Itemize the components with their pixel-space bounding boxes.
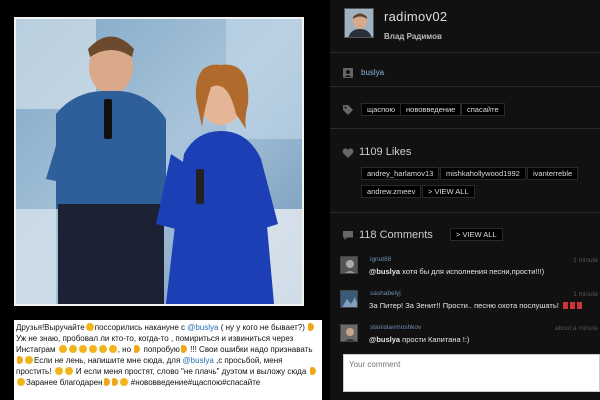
divider (330, 212, 600, 213)
comment-mention[interactable]: @buslya (369, 335, 400, 344)
caption-mention[interactable]: @buslya (187, 323, 218, 332)
post-meta-panel: radimov02 Влад Радимов buslya щаспою нов… (330, 0, 600, 400)
comments-count: 118 Comments (359, 229, 433, 241)
hand-emoji-icon (180, 345, 187, 354)
profile-avatar[interactable] (344, 8, 374, 38)
post-media-panel: Друзья!Выручайте поссорились накануне с @… (0, 0, 330, 400)
caption-mention[interactable]: @buslya (183, 356, 214, 365)
person-tag-icon (342, 67, 354, 79)
hand-emoji-icon (103, 378, 110, 387)
comments-view-all-button[interactable]: > VIEW ALL (450, 228, 503, 241)
caption-text: поссорились накануне с (94, 323, 188, 332)
hashtag-pill[interactable]: нововведение (400, 103, 462, 116)
comment-mention[interactable]: @buslya (369, 267, 400, 276)
comment-item: sashabelyj 1 minute За Питер! За Зенит!!… (340, 290, 598, 314)
divider (330, 128, 600, 129)
flag-emoji-icon (569, 302, 575, 309)
liker-pill[interactable]: mishkahollywood1992 (440, 167, 526, 180)
divider (330, 52, 600, 53)
commenter-avatar[interactable] (340, 290, 358, 308)
hand-emoji-icon (17, 356, 23, 365)
smile-emoji-icon (88, 345, 97, 354)
hand-emoji-icon (134, 345, 141, 354)
smile-emoji-icon (54, 367, 63, 376)
profile-header: radimov02 Влад Радимов (344, 8, 594, 50)
tag-icon (342, 104, 354, 116)
comment-text: @buslya хотя бы для исполнения песни,про… (369, 267, 544, 276)
comment-time: 1 minute (573, 257, 598, 264)
comment-time: about a minute (554, 325, 598, 332)
liker-pill[interactable]: ivanterreble (527, 167, 579, 180)
likes-view-all-button[interactable]: > VIEW ALL (422, 185, 475, 198)
flag-emoji-icon (576, 302, 582, 309)
liker-pill[interactable]: andrew.zmeev (361, 185, 422, 198)
caption-text: попробую (141, 345, 180, 355)
hand-emoji-icon (308, 323, 315, 331)
heart-icon (342, 147, 354, 159)
caption-text: Заранее благодарен (26, 378, 103, 388)
caption-text: Друзья!Выручайте (16, 323, 85, 332)
commenter-username[interactable]: ignut88 (370, 256, 391, 263)
smile-emoji-icon (78, 345, 87, 354)
comment-text: @buslya прости Капитана !:) (369, 335, 469, 344)
hashtag-pill[interactable]: щаспою (361, 103, 401, 116)
smile-emoji-icon (119, 378, 128, 387)
comment-time: 1 minute (573, 291, 598, 298)
tagged-user-link[interactable]: buslya (361, 68, 384, 77)
caption-text: ( ну у кого не бывает?) (218, 323, 308, 332)
smile-emoji-icon (58, 345, 67, 354)
smile-emoji-icon (17, 378, 25, 387)
comment-body: прости Капитана !:) (400, 335, 470, 344)
comment-bubble-icon (342, 229, 354, 241)
flag-emoji-icon (562, 302, 568, 309)
photo-image (16, 19, 302, 304)
liker-pill[interactable]: andrey_harlamov13 (361, 167, 440, 180)
comment-body: хотя бы для исполнения песни,прости!!!) (400, 267, 545, 276)
smile-emoji-icon (64, 367, 73, 376)
caption-text: , но (117, 345, 134, 355)
caption-text: !!! Свои ошибки надо признавать (187, 345, 313, 355)
commenter-username[interactable]: stanislavmoshkov (370, 324, 421, 331)
hand-emoji-icon (111, 378, 118, 387)
commenter-avatar[interactable] (340, 324, 358, 342)
comment-item: stanislavmoshkov about a minute @buslya … (340, 324, 598, 348)
profile-fullname: Влад Радимов (384, 32, 442, 41)
comment-input[interactable] (343, 354, 600, 392)
commenter-username[interactable]: sashabelyj (370, 290, 401, 297)
profile-username[interactable]: radimov02 (384, 9, 447, 24)
smile-emoji-icon (25, 356, 33, 365)
smile-emoji-icon (98, 345, 107, 354)
hand-emoji-icon (309, 367, 316, 376)
likes-count: 1109 Likes (359, 146, 412, 158)
commenter-avatar[interactable] (340, 256, 358, 274)
smile-emoji-icon (85, 323, 94, 331)
post-caption: Друзья!Выручайте поссорились накануне с @… (14, 320, 322, 400)
comment-body: За Питер! За Зенит!! Прости.. песню охот… (369, 301, 561, 310)
smile-emoji-icon (68, 345, 77, 354)
caption-text: И если меня простят, слово "не плачь" ду… (73, 367, 309, 377)
smile-emoji-icon (108, 345, 117, 354)
hashtag-pill[interactable]: спасайте (461, 103, 505, 116)
comment-item: ignut88 1 minute @buslya хотя бы для исп… (340, 256, 598, 280)
comment-text: За Питер! За Зенит!! Прости.. песню охот… (369, 301, 582, 310)
caption-text: #нововведение#щаспою#спасайте (128, 378, 261, 388)
divider (330, 86, 600, 87)
caption-text: Если не лень, напишите мне сюда, для (34, 356, 183, 366)
post-photo[interactable] (14, 17, 304, 306)
